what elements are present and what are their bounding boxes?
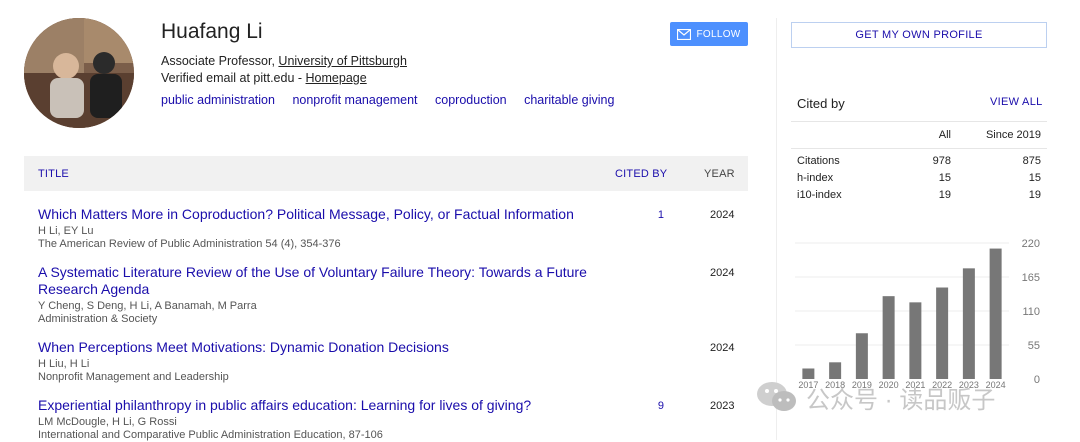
title-text: Associate Professor, [161, 54, 279, 68]
stats-row: h-index 15 15 [797, 172, 1041, 189]
view-all-link[interactable]: VIEW ALL [990, 96, 1043, 108]
interest-coproduction[interactable]: coproduction [435, 93, 507, 107]
get-my-own-profile-button[interactable]: GET MY OWN PROFILE [791, 22, 1047, 48]
table-header: TITLE CITED BY YEAR [24, 156, 748, 191]
cited-count[interactable]: 9 [624, 400, 664, 412]
envelope-icon [677, 28, 692, 40]
follow-button[interactable]: FOLLOW [670, 22, 748, 46]
cited-by-heading: Cited by [797, 96, 845, 111]
sort-by-title[interactable]: TITLE [38, 168, 69, 180]
cited-count[interactable]: 1 [624, 209, 664, 221]
publication-venue: International and Comparative Public Adm… [38, 429, 383, 441]
publication-year: 2023 [710, 400, 735, 412]
y-tick-label: 55 [1028, 340, 1040, 352]
bar-2017[interactable] [802, 368, 815, 379]
interest-charitable-giving[interactable]: charitable giving [524, 93, 614, 107]
y-tick-label: 220 [1022, 238, 1040, 250]
publication-authors: H Liu, H Li [38, 358, 90, 370]
email-text: Verified email at pitt.edu - [161, 71, 306, 85]
bar-2022[interactable] [936, 287, 949, 379]
profile-photo [24, 18, 134, 128]
table-row: Experiential philanthropy in public affa… [38, 397, 748, 442]
bar-2023[interactable] [962, 268, 975, 379]
col-all: All [938, 129, 951, 141]
y-tick-label: 165 [1022, 272, 1040, 284]
publication-title[interactable]: A Systematic Literature Review of the Us… [38, 264, 598, 298]
stat-all: 978 [932, 155, 951, 167]
table-row: A Systematic Literature Review of the Us… [38, 264, 748, 326]
stat-all: 19 [938, 189, 951, 201]
citation-stats: All Since 2019 Citations 978 875 h-index… [797, 129, 1041, 206]
verified-email: Verified email at pitt.edu - Homepage [161, 71, 367, 85]
bar-2019[interactable] [855, 333, 868, 379]
stat-label: i10-index [797, 189, 842, 201]
publication-venue: The American Review of Public Administra… [38, 238, 341, 250]
wechat-icon [757, 382, 796, 411]
publication-title[interactable]: Experiential philanthropy in public affa… [38, 397, 598, 414]
affiliation: Associate Professor, University of Pitts… [161, 54, 407, 68]
research-interests: public administration nonprofit manageme… [161, 93, 628, 107]
stats-header: All Since 2019 [797, 129, 1041, 155]
bar-2021[interactable] [909, 302, 922, 379]
bar-2020[interactable] [882, 296, 895, 379]
stats-row: i10-index 19 19 [797, 189, 1041, 206]
watermark: 公众号 · 读品贩子 [756, 379, 1056, 415]
publication-venue: Administration & Society [38, 313, 158, 325]
bar-2018[interactable] [829, 362, 842, 379]
stat-since: 875 [1022, 155, 1041, 167]
sort-by-year[interactable]: YEAR [704, 168, 735, 180]
publication-year: 2024 [710, 342, 735, 354]
divider [791, 121, 1047, 122]
publication-title[interactable]: When Perceptions Meet Motivations: Dynam… [38, 339, 598, 356]
divider [791, 148, 1047, 149]
publication-authors: Y Cheng, S Deng, H Li, A Banamah, M Parr… [38, 300, 257, 312]
publication-venue: Nonprofit Management and Leadership [38, 371, 229, 383]
stat-all: 15 [938, 172, 951, 184]
publication-year: 2024 [710, 209, 735, 221]
stats-row: Citations 978 875 [797, 155, 1041, 172]
stat-since: 19 [1028, 189, 1041, 201]
university-link[interactable]: University of Pittsburgh [278, 54, 407, 68]
stat-label: h-index [797, 172, 834, 184]
table-row: When Perceptions Meet Motivations: Dynam… [38, 339, 748, 384]
stat-label: Citations [797, 155, 840, 167]
citations-per-year-chart: 0551101652202017 2018 2019 2020 2021 2022 2023… [795, 238, 1040, 390]
interest-nonprofit-management[interactable]: nonprofit management [292, 93, 417, 107]
publication-authors: LM McDougle, H Li, G Rossi [38, 416, 177, 428]
y-tick-label: 110 [1022, 306, 1040, 318]
bar-2024[interactable] [989, 248, 1002, 379]
interest-public-administration[interactable]: public administration [161, 93, 275, 107]
col-since: Since 2019 [985, 129, 1041, 141]
publication-title[interactable]: Which Matters More in Coproduction? Poli… [38, 206, 598, 223]
profile-name: Huafang Li [161, 20, 263, 43]
sidebar-divider [776, 18, 777, 440]
homepage-link[interactable]: Homepage [306, 71, 367, 85]
follow-label: FOLLOW [696, 28, 741, 40]
sort-by-cited[interactable]: CITED BY [615, 168, 667, 180]
table-row: Which Matters More in Coproduction? Poli… [38, 206, 748, 251]
stat-since: 15 [1028, 172, 1041, 184]
publication-authors: H Li, EY Lu [38, 225, 94, 237]
watermark-text: 公众号 · 读品贩子 [806, 386, 996, 414]
publication-year: 2024 [710, 267, 735, 279]
